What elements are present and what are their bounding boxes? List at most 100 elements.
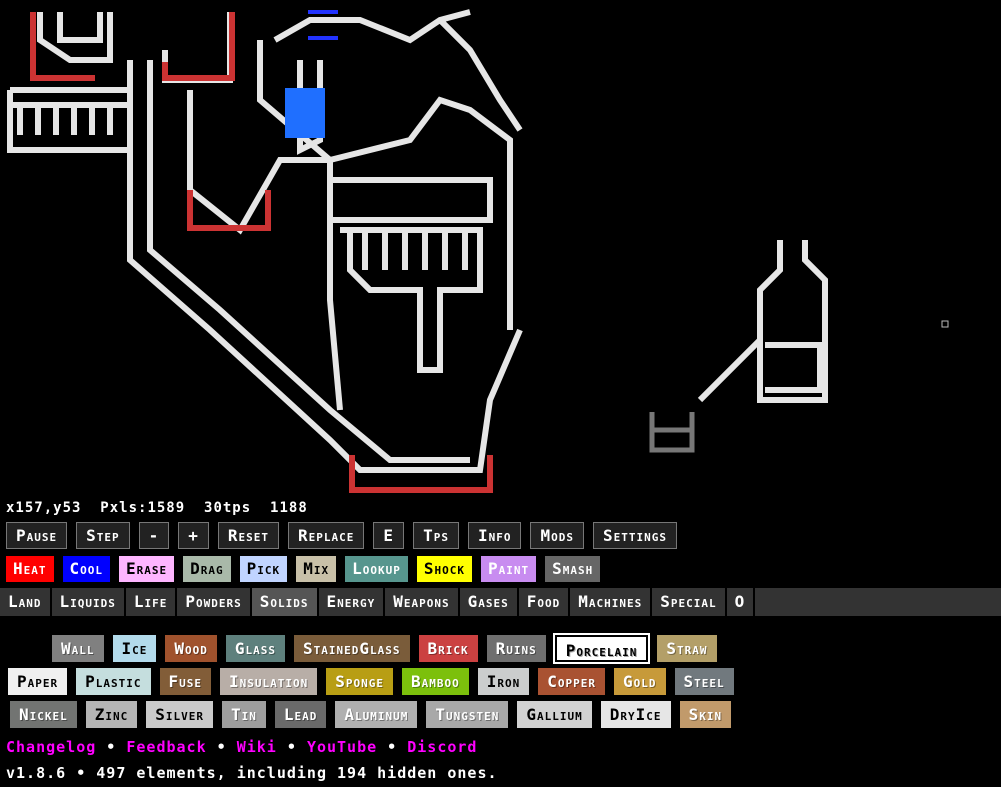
- heat-tool-button[interactable]: Heat: [6, 556, 54, 582]
- settings-button[interactable]: Settings: [592, 522, 677, 549]
- element-button-insulation[interactable]: Insulation: [220, 668, 318, 695]
- element-button-gallium[interactable]: Gallium: [517, 701, 592, 728]
- category-tab-o[interactable]: O: [727, 588, 756, 616]
- structure-line: [340, 227, 483, 373]
- category-tab-food[interactable]: Food: [519, 588, 571, 616]
- element-button-plastic[interactable]: Plastic: [76, 668, 151, 695]
- link-separator: •: [206, 738, 237, 756]
- info-button[interactable]: Info: [467, 522, 522, 549]
- element-button-brick[interactable]: Brick: [418, 635, 478, 662]
- structure-line: [362, 230, 468, 270]
- element-button-aluminum[interactable]: Aluminum: [335, 701, 418, 728]
- link-separator: •: [276, 738, 307, 756]
- element-button-porcelain[interactable]: Porcelain: [552, 633, 651, 664]
- reset-button[interactable]: Reset: [217, 522, 280, 549]
- footer-links: Changelog • Feedback • Wiki • YouTube • …: [6, 738, 477, 756]
- link-feedback[interactable]: Feedback: [126, 738, 206, 756]
- element-button-ice[interactable]: Ice: [112, 635, 157, 662]
- cursor-indicator: [941, 320, 949, 328]
- element-button-copper[interactable]: Copper: [538, 668, 606, 695]
- element-row: Paper Plastic Fuse Insulation Sponge Bamboo Ir…: [8, 668, 734, 695]
- element-button-stainedglass[interactable]: StainedGlass: [294, 635, 410, 662]
- element-button-dryice[interactable]: DryIce: [600, 701, 671, 728]
- link-wiki[interactable]: Wiki: [237, 738, 277, 756]
- plus-button[interactable]: +: [178, 522, 209, 549]
- element-button-lead[interactable]: Lead: [274, 701, 327, 728]
- cool-tool-button[interactable]: Cool: [62, 556, 111, 582]
- category-tab-powders[interactable]: Powders: [177, 588, 252, 616]
- element-button-gold[interactable]: Gold: [614, 668, 666, 695]
- pick-tool-button[interactable]: Pick: [239, 556, 288, 582]
- blue-marker: [308, 10, 338, 14]
- step-button[interactable]: Step: [76, 522, 130, 549]
- drag-tool-button[interactable]: Drag: [183, 556, 231, 582]
- element-button-bamboo[interactable]: Bamboo: [402, 668, 469, 695]
- smash-tool-button[interactable]: Smash: [545, 556, 601, 582]
- element-button-wood[interactable]: Wood: [165, 635, 217, 662]
- element-row: Wall Ice Wood Glass StainedGlass Brick Ruins Po…: [52, 633, 717, 664]
- category-tab-land[interactable]: Land: [0, 588, 52, 616]
- element-button-tungsten[interactable]: Tungsten: [426, 701, 509, 728]
- element-button-sponge[interactable]: Sponge: [326, 668, 394, 695]
- link-youtube[interactable]: YouTube: [307, 738, 377, 756]
- water-block: [285, 88, 325, 138]
- control-toolbar: Pause Step - + Reset Replace E Tps Info Mods Setti…: [6, 522, 677, 549]
- shock-tool-button[interactable]: Shock: [416, 556, 472, 582]
- element-button-steel[interactable]: Steel: [674, 668, 734, 695]
- category-tab-weapons[interactable]: Weapons: [385, 588, 460, 616]
- link-separator: •: [96, 738, 127, 756]
- category-tab-life[interactable]: Life: [126, 588, 178, 616]
- version-text: v1.8.6 • 497 elements, including 194 hid…: [6, 764, 498, 782]
- element-row: Nickel Zinc Silver Tin Lead Aluminum Tungsten G…: [10, 701, 732, 728]
- tps-readout: 30tps: [204, 500, 252, 516]
- mix-tool-button[interactable]: Mix: [296, 556, 337, 582]
- category-tab-liquids[interactable]: Liquids: [52, 588, 126, 616]
- category-tab-machines[interactable]: Machines: [570, 588, 653, 616]
- lookup-tool-button[interactable]: Lookup: [345, 556, 408, 582]
- element-button-tin[interactable]: Tin: [222, 701, 266, 728]
- element-button-wall[interactable]: Wall: [52, 635, 104, 662]
- category-tab-special[interactable]: Special: [652, 588, 727, 616]
- coords-readout: x157,y53: [6, 500, 82, 516]
- category-tab-energy[interactable]: Energy: [319, 588, 386, 616]
- minus-button[interactable]: -: [138, 522, 170, 549]
- stats-bar: x157,y53 Pxls:1589 30tps 1188: [6, 500, 308, 516]
- element-button-fuse[interactable]: Fuse: [159, 668, 212, 695]
- mods-button[interactable]: Mods: [530, 522, 584, 549]
- canvas-drawing: [7, 9, 949, 493]
- structure-line: [162, 12, 233, 83]
- structure-line: [57, 12, 103, 43]
- structure-line: [330, 177, 493, 223]
- tps-button[interactable]: Tps: [413, 522, 459, 549]
- element-button-nickel[interactable]: Nickel: [10, 701, 77, 728]
- structure-line: [437, 17, 523, 132]
- element-button-paper[interactable]: Paper: [8, 668, 68, 695]
- element-button-zinc[interactable]: Zinc: [85, 701, 138, 728]
- tool-toolbar: Heat Cool Erase Drag Pick Mix Lookup Shock Paint…: [6, 556, 601, 582]
- element-button-iron[interactable]: Iron: [477, 668, 530, 695]
- tick-count: 1188: [270, 500, 308, 516]
- bottle-outline: [765, 342, 823, 393]
- pixel-count: Pxls:1589: [100, 500, 186, 516]
- link-separator: •: [377, 738, 408, 756]
- structure-line: [273, 9, 471, 44]
- link-changelog[interactable]: Changelog: [6, 738, 96, 756]
- replace-button[interactable]: Replace: [288, 522, 365, 549]
- element-button-ruins[interactable]: Ruins: [486, 635, 546, 662]
- link-discord[interactable]: Discord: [407, 738, 477, 756]
- bottle-outline: [757, 240, 828, 403]
- e-button[interactable]: E: [373, 522, 405, 549]
- element-button-straw[interactable]: Straw: [657, 635, 717, 662]
- erase-tool-button[interactable]: Erase: [119, 556, 175, 582]
- element-button-silver[interactable]: Silver: [146, 701, 214, 728]
- heater-line: [162, 12, 235, 81]
- structure-line: [17, 105, 113, 135]
- blue-marker: [308, 36, 338, 40]
- simulation-canvas[interactable]: [0, 0, 1001, 497]
- element-button-glass[interactable]: Glass: [225, 635, 286, 662]
- category-tab-gases[interactable]: Gases: [460, 588, 519, 616]
- category-tab-solids[interactable]: Solids: [251, 588, 319, 616]
- pause-button[interactable]: Pause: [6, 522, 68, 549]
- paint-tool-button[interactable]: Paint: [480, 556, 537, 582]
- element-button-skin[interactable]: Skin: [679, 701, 732, 728]
